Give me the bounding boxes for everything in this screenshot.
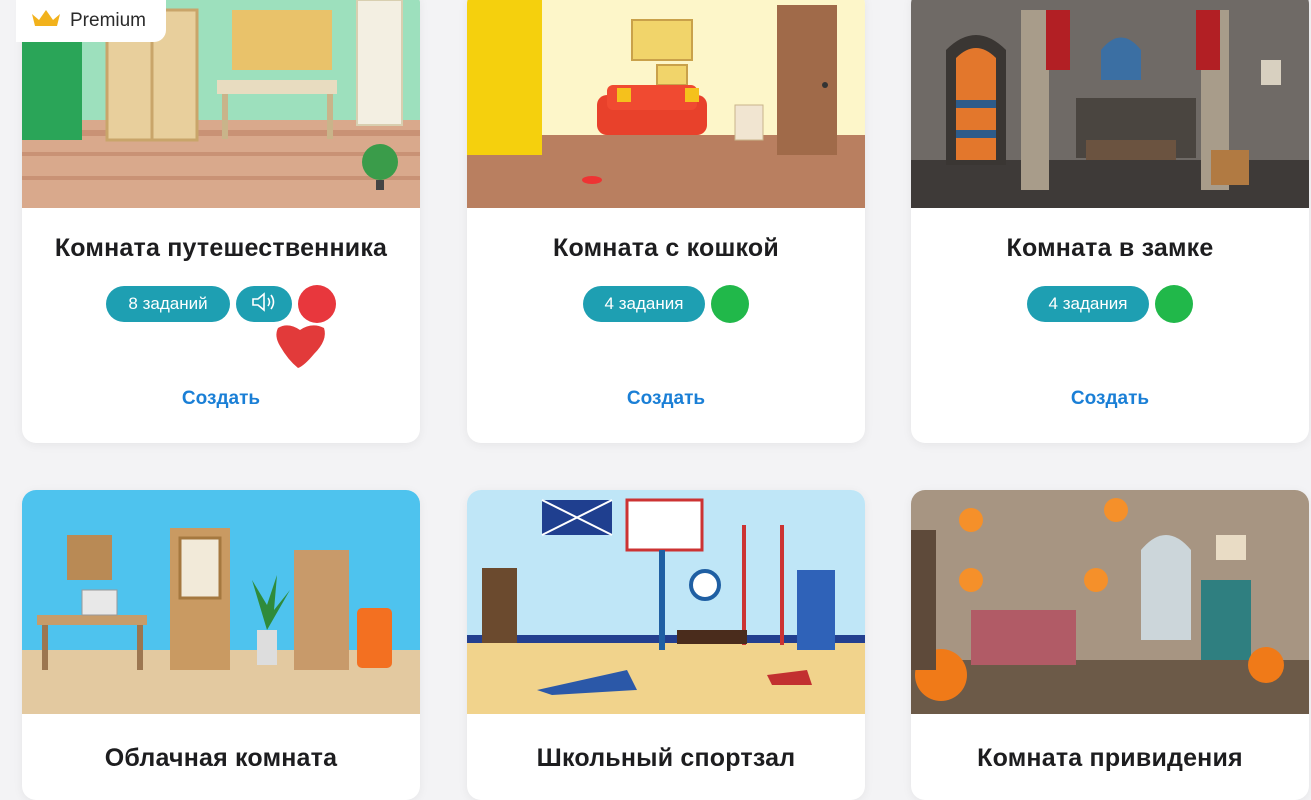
room-title: Комната в замке <box>1006 234 1214 262</box>
status-dot <box>711 285 750 323</box>
room-thumbnail[interactable] <box>467 490 865 714</box>
room-card-gym[interactable]: Школьный спортзал <box>467 490 865 800</box>
status-dot <box>297 285 336 323</box>
room-tags: 8 заданий <box>22 285 420 323</box>
room-tags: 4 задания <box>911 285 1309 323</box>
create-link[interactable]: Создать <box>22 388 420 410</box>
room-title: Облачная комната <box>104 744 338 772</box>
room-card-ghost[interactable]: Комната привидения <box>911 490 1309 800</box>
speaker-icon <box>250 291 278 318</box>
premium-label: Premium <box>70 10 147 31</box>
tasks-count-pill: 4 задания <box>1026 286 1150 322</box>
room-title: Комната с кошкой <box>553 234 779 262</box>
room-thumbnail[interactable] <box>22 490 420 714</box>
room-thumbnail[interactable] <box>467 0 865 208</box>
tasks-count-pill: 8 заданий <box>106 286 230 322</box>
room-tags: 4 задания <box>467 285 865 323</box>
room-card-castle[interactable]: Комната в замке 4 задания Создать <box>911 0 1309 443</box>
room-title: Школьный спортзал <box>536 744 796 772</box>
status-dot <box>1155 285 1194 323</box>
room-thumbnail[interactable] <box>911 490 1309 714</box>
crown-icon <box>30 8 62 34</box>
room-card-cloud[interactable]: Облачная комната <box>22 490 420 800</box>
red-scribble-mark <box>276 325 325 368</box>
create-link[interactable]: Создать <box>467 388 865 410</box>
room-card-traveler[interactable]: Комната путешественника 8 заданий Создат… <box>22 0 420 443</box>
premium-badge: Premium <box>16 0 166 42</box>
room-card-cat[interactable]: Комната с кошкой 4 задания Создать <box>467 0 865 443</box>
tasks-count-pill: 4 задания <box>582 286 706 322</box>
room-thumbnail[interactable] <box>911 0 1309 208</box>
room-title: Комната привидения <box>977 744 1243 772</box>
room-title: Комната путешественника <box>54 234 388 262</box>
create-link[interactable]: Создать <box>911 388 1309 410</box>
sound-pill[interactable] <box>235 286 292 322</box>
